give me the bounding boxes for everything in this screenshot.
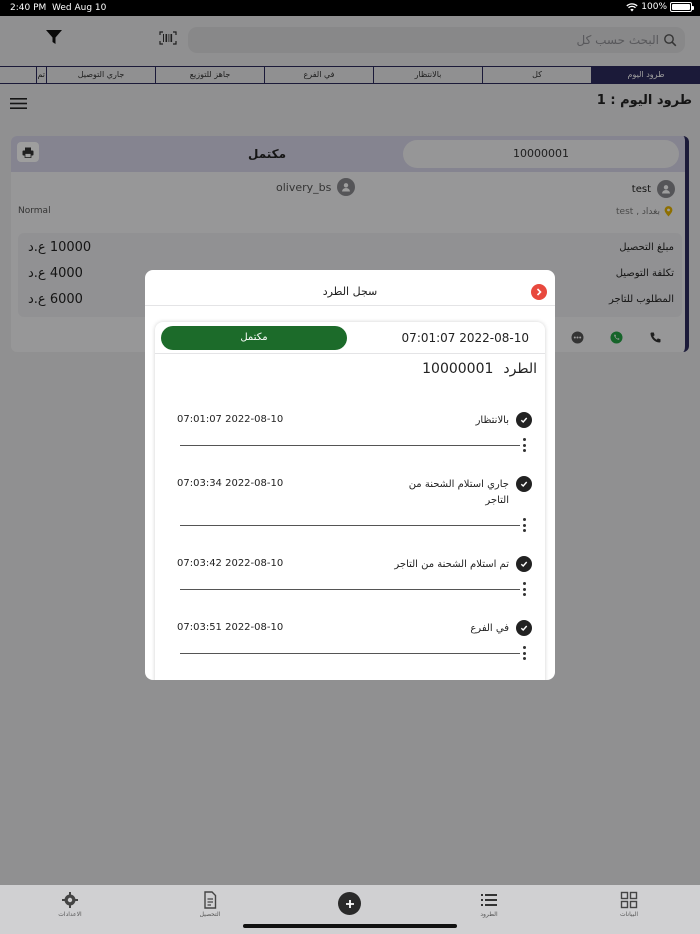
history-time: 07:03:42 2022-08-10 [177,558,284,569]
vertical-dots-icon [523,518,526,532]
parcel-label: الطرد [503,361,537,377]
nav-data[interactable]: البيانات [589,891,669,918]
status-date: Wed Aug 10 [52,3,107,13]
nav-settings[interactable]: الاعدادات [30,891,110,918]
nav-data-label: البيانات [619,911,639,918]
history-time: 07:03:51 2022-08-10 [177,622,284,633]
history-panel: مكتمل 07:01:07 2022-08-10 الطرد 10000001… [155,322,545,680]
home-indicator[interactable] [243,924,457,928]
status-right: 100% [626,2,694,12]
status-bar: 2:40 PM Wed Aug 10 100% [0,0,700,16]
history-divider [180,525,520,526]
history-status: تم استلام الشحنة من التاجر [394,559,509,570]
battery-icon [670,2,694,12]
history-item: بالانتظار 07:01:07 2022-08-10 [155,412,545,482]
divider [155,353,545,354]
history-item: جاري استلام الشحنة من التاجر 07:03:34 20… [155,476,545,546]
check-icon [516,556,532,572]
plus-icon [345,899,354,908]
nav-collection-label: التحصيل [199,911,221,918]
vertical-dots-icon [523,646,526,660]
document-icon [204,891,217,909]
add-button[interactable] [338,892,361,915]
list-icon [481,894,497,906]
check-icon [516,412,532,428]
nav-parcels-label: الطرود [480,911,498,918]
bottom-nav: الاعدادات التحصيل الطرود البيانات [0,885,700,934]
vertical-dots-icon [523,582,526,596]
modal-status-badge: مكتمل [161,326,347,350]
chevron-right-icon [536,288,542,296]
grid-icon [620,891,638,909]
history-item: في الفرع 07:03:51 2022-08-10 [155,620,545,680]
vertical-dots-icon [523,438,526,452]
wifi-icon [626,2,638,11]
status-time: 2:40 PM [10,3,47,13]
modal-date: 07:01:07 2022-08-10 [401,331,529,345]
history-time: 07:03:34 2022-08-10 [177,478,284,489]
battery-percent: 100% [641,2,667,12]
nav-parcels[interactable]: الطرود [449,891,529,918]
check-icon [516,476,532,492]
nav-collection[interactable]: التحصيل [170,891,250,918]
history-status: جاري استلام الشحنة من التاجر [408,479,509,506]
gear-icon [62,892,78,908]
modal-title: سجل الطرد [322,285,378,298]
parcel-heading: الطرد 10000001 [422,361,537,377]
history-status: بالانتظار [475,415,509,426]
history-divider [180,653,520,654]
history-item: تم استلام الشحنة من التاجر 07:03:42 2022… [155,556,545,626]
history-time: 07:01:07 2022-08-10 [177,414,284,425]
parcel-history-modal: سجل الطرد مكتمل 07:01:07 2022-08-10 الطر… [145,270,555,680]
close-button[interactable] [531,284,547,300]
nav-settings-label: الاعدادات [58,911,82,918]
history-status: في الفرع [470,623,509,634]
modal-header: سجل الطرد [145,270,555,306]
check-icon [516,620,532,636]
parcel-number: 10000001 [422,361,494,377]
history-divider [180,445,520,446]
history-divider [180,589,520,590]
